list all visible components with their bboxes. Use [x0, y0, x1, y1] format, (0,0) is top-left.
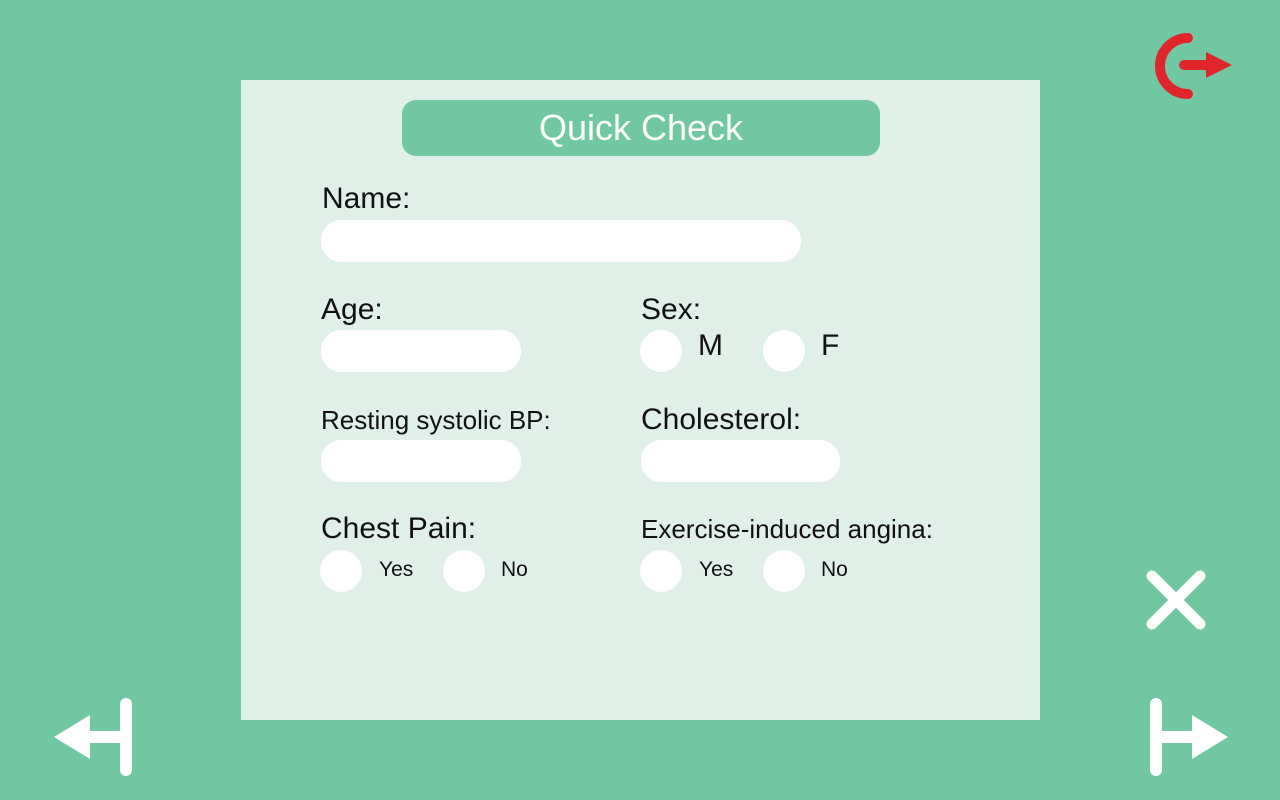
next-button[interactable] [1146, 696, 1230, 778]
name-field[interactable] [321, 220, 801, 262]
logout-button[interactable] [1148, 30, 1234, 100]
cholesterol-field[interactable] [641, 440, 840, 482]
chest-pain-no-radio[interactable] [443, 550, 485, 592]
angina-yes-radio[interactable] [640, 550, 682, 592]
logout-icon [1155, 33, 1232, 99]
chest-pain-yes-radio[interactable] [320, 550, 362, 592]
bp-field[interactable] [321, 440, 521, 482]
name-label: Name: [322, 182, 411, 215]
angina-yes-label: Yes [699, 558, 734, 581]
chest-pain-yes-label: Yes [379, 558, 414, 581]
quick-check-panel: Quick Check Name: Age: Sex: M F Resting … [241, 80, 1040, 720]
angina-no-radio[interactable] [763, 550, 805, 592]
chest-pain-label: Chest Pain: [321, 512, 477, 545]
bp-label: Resting systolic BP: [321, 405, 551, 435]
age-field[interactable] [321, 330, 521, 372]
sex-option-f-label: F [821, 329, 840, 362]
sex-radio-f[interactable] [763, 330, 805, 372]
close-icon [1146, 570, 1206, 630]
cholesterol-label: Cholesterol: [641, 403, 802, 436]
form-title: Quick Check [402, 100, 880, 156]
sex-label: Sex: [641, 293, 702, 326]
angina-label: Exercise-induced angina: [641, 514, 933, 544]
back-arrow-icon [54, 698, 132, 776]
angina-no-label: No [821, 558, 848, 581]
chest-pain-no-label: No [501, 558, 528, 581]
next-arrow-icon [1150, 698, 1228, 776]
close-button[interactable] [1144, 568, 1208, 632]
age-label: Age: [321, 293, 383, 326]
sex-radio-m[interactable] [640, 330, 682, 372]
sex-option-m-label: M [698, 329, 723, 362]
back-button[interactable] [52, 696, 136, 778]
